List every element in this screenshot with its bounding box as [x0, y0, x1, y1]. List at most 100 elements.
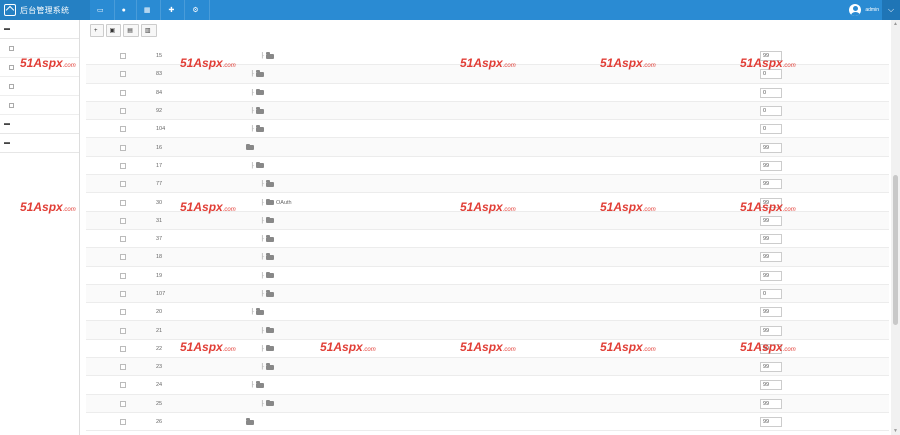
sort-input[interactable] — [760, 270, 782, 281]
sort-input[interactable] — [760, 325, 782, 336]
row-checkbox[interactable] — [120, 309, 126, 316]
tree-branch: ┠ — [250, 89, 254, 96]
scrollbar-thumb[interactable] — [893, 175, 898, 325]
top-header: 后台管理系统 ▭ ● ▦ ✚ ⚙ admin ⌵ — [0, 0, 900, 20]
user-panel[interactable]: admin — [849, 0, 882, 20]
table-row: 22 ┠ — [86, 340, 889, 359]
puzzle-icon: ✚ — [168, 6, 175, 14]
topnav-item-settings[interactable]: ⚙ — [185, 0, 210, 20]
topnav-item-content[interactable]: ▭ — [90, 0, 115, 20]
row-checkbox[interactable] — [120, 71, 126, 78]
sort-input[interactable] — [760, 69, 782, 80]
generate-button[interactable]: ▤ — [123, 24, 139, 37]
table-row: 84 ┠ — [86, 84, 889, 102]
top-nav: ▭ ● ▦ ✚ ⚙ — [90, 0, 210, 20]
row-checkbox[interactable] — [120, 144, 126, 151]
row-checkbox[interactable] — [120, 291, 126, 297]
app-title: 后台管理系统 — [20, 5, 70, 15]
sort-input[interactable] — [760, 398, 782, 409]
sort-input[interactable] — [760, 289, 782, 299]
sort-input[interactable] — [760, 87, 782, 98]
row-checkbox[interactable] — [120, 400, 126, 407]
save-button[interactable]: ▣ — [105, 24, 122, 37]
tree-branch: ┠ — [260, 254, 264, 261]
row-checkbox[interactable] — [120, 53, 126, 60]
sort-input[interactable] — [760, 234, 782, 245]
table-row: 26 — [86, 413, 889, 432]
sort-input[interactable] — [760, 252, 782, 263]
square-icon — [9, 102, 14, 108]
folder-icon — [246, 143, 254, 151]
sync-icon: ▤ — [127, 28, 133, 34]
tree-branch: ┠ — [260, 400, 264, 407]
sort-input[interactable] — [760, 197, 782, 208]
sort-input[interactable] — [760, 142, 782, 153]
sidebar-group-users[interactable]: ▬ — [0, 115, 79, 134]
sort-input[interactable] — [760, 124, 782, 135]
table-row: 18 ┠ — [86, 248, 889, 267]
row-checkbox[interactable] — [120, 108, 126, 115]
row-checkbox[interactable] — [120, 327, 126, 334]
topnav-item-orders[interactable]: ▦ — [137, 0, 162, 20]
row-checkbox[interactable] — [120, 181, 126, 188]
row-checkbox[interactable] — [120, 272, 126, 279]
avatar[interactable] — [849, 4, 862, 16]
sidebar-group-config[interactable]: ▬ — [0, 20, 79, 39]
trash-icon: ▥ — [144, 28, 151, 34]
row-checkbox[interactable] — [120, 162, 126, 169]
folder-icon — [266, 216, 274, 224]
folder-icon — [266, 344, 274, 352]
brand[interactable]: 后台管理系统 — [0, 0, 90, 20]
sidebar-item-menu[interactable] — [0, 58, 79, 77]
row-id: 25 — [156, 400, 163, 407]
monitor-icon: ▭ — [97, 6, 104, 14]
row-checkbox[interactable] — [120, 236, 126, 243]
topnav-item-members[interactable]: ● — [115, 0, 137, 20]
sort-input[interactable] — [760, 179, 782, 190]
sort-input[interactable] — [760, 362, 782, 373]
delete-button[interactable]: ▥ — [140, 24, 157, 37]
row-id: 15 — [156, 53, 163, 60]
row-checkbox[interactable] — [120, 126, 126, 133]
row-checkbox[interactable] — [120, 89, 126, 96]
row-checkbox[interactable] — [120, 419, 126, 426]
tree-branch: ┠ — [260, 236, 264, 243]
sort-input[interactable] — [760, 343, 782, 354]
scroll-up-arrow-icon[interactable]: ▲ — [891, 20, 900, 28]
sidebar-item-plugins[interactable] — [0, 96, 79, 115]
tree-branch: ┠ — [260, 291, 264, 297]
folder-icon — [266, 52, 274, 59]
topnav-item-plugins[interactable]: ✚ — [161, 0, 186, 20]
tree-branch: ┠ — [260, 199, 264, 206]
row-id: 24 — [156, 382, 163, 389]
sort-input[interactable] — [760, 307, 782, 318]
row-checkbox[interactable] — [120, 254, 126, 261]
folder-icon — [246, 418, 254, 425]
row-checkbox[interactable] — [120, 345, 126, 352]
sort-input[interactable] — [760, 160, 782, 171]
row-checkbox[interactable] — [120, 217, 126, 224]
sort-input[interactable] — [760, 380, 782, 391]
folder-icon: ▬ — [4, 121, 10, 127]
row-checkbox[interactable] — [120, 199, 126, 206]
folder-icon — [256, 70, 264, 77]
table-row: 83 ┠ — [86, 65, 889, 84]
row-id: 37 — [156, 236, 163, 243]
sidebar-item-category[interactable] — [0, 77, 79, 96]
tree-branch: ┠ — [250, 126, 254, 133]
row-checkbox[interactable] — [120, 364, 126, 371]
sort-input[interactable] — [760, 51, 782, 62]
collapse-button[interactable]: ⌵ — [882, 0, 900, 20]
sort-input[interactable] — [760, 106, 782, 117]
grid-icon: ▦ — [143, 6, 151, 14]
scroll-down-arrow-icon[interactable]: ▼ — [891, 427, 900, 435]
sidebar-group-logs[interactable]: ▬ — [0, 134, 79, 153]
table-row: 19 ┠ — [86, 267, 889, 285]
row-id: 16 — [156, 144, 163, 151]
add-button[interactable]: + — [90, 24, 104, 37]
sidebar-item-system[interactable] — [0, 39, 79, 58]
folder-icon — [266, 180, 274, 187]
sort-input[interactable] — [760, 417, 782, 428]
row-checkbox[interactable] — [120, 382, 126, 389]
sort-input[interactable] — [760, 215, 782, 226]
